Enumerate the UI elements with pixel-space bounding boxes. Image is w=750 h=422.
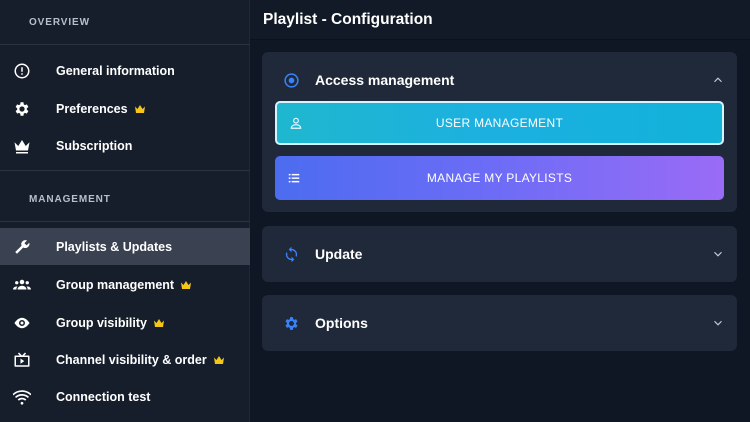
crown-badge-icon — [134, 104, 146, 114]
chevron-down-icon — [711, 247, 725, 261]
sidebar-item-subscription[interactable]: Subscription — [0, 127, 250, 164]
main-content: Playlist - Configuration Access manageme… — [250, 0, 750, 422]
sidebar-item-group-visibility[interactable]: Group visibility — [0, 304, 250, 341]
sidebar-item-group-management[interactable]: Group management — [0, 266, 250, 303]
tv-icon — [12, 350, 32, 370]
wrench-icon — [12, 237, 32, 257]
sidebar-item-label: Group management — [56, 277, 175, 292]
chevron-up-icon — [711, 73, 725, 87]
page-title: Playlist - Configuration — [263, 10, 433, 28]
panel-header-access-management[interactable]: Access management — [262, 52, 737, 108]
sidebar-item-connection-test[interactable]: Connection test — [0, 378, 250, 415]
refresh-icon — [282, 245, 300, 263]
sidebar: OVERVIEW General information Preferences… — [0, 0, 250, 422]
group-icon — [12, 275, 32, 295]
divider — [0, 170, 250, 171]
panel-title: Update — [315, 246, 363, 262]
button-label: MANAGE MY PLAYLISTS — [426, 171, 573, 185]
crown-badge-icon — [213, 355, 225, 365]
eye-icon — [12, 313, 32, 333]
crown-badge-icon — [180, 280, 192, 290]
panel-update: Update — [262, 226, 737, 282]
radio-target-icon — [282, 71, 300, 89]
section-header-overview: OVERVIEW — [29, 17, 90, 28]
sidebar-item-label: Preferences — [56, 101, 128, 116]
panel-access-management: Access management USER MANAGEMENT MANAGE… — [262, 52, 737, 212]
manage-playlists-button[interactable]: MANAGE MY PLAYLISTS — [275, 156, 724, 200]
sidebar-item-preferences[interactable]: Preferences — [0, 90, 250, 127]
section-header-management: MANAGEMENT — [29, 194, 111, 205]
sidebar-item-label: Playlists & Updates — [56, 239, 173, 254]
sidebar-item-playlists-updates[interactable]: Playlists & Updates — [0, 228, 250, 265]
wifi-icon — [12, 387, 32, 407]
crown-badge-icon — [153, 318, 165, 328]
sidebar-item-label: General information — [56, 63, 175, 78]
panel-title: Access management — [315, 72, 455, 88]
sidebar-item-label: Channel visibility & order — [56, 352, 207, 367]
chevron-down-icon — [711, 316, 725, 330]
sidebar-item-channel-visibility-order[interactable]: Channel visibility & order — [0, 341, 250, 378]
list-icon — [287, 171, 301, 185]
divider — [0, 221, 250, 222]
divider — [0, 44, 250, 45]
panel-options: Options — [262, 295, 737, 351]
info-icon — [12, 61, 32, 81]
panel-header-update[interactable]: Update — [262, 226, 737, 282]
sidebar-item-label: Subscription — [56, 138, 133, 153]
button-label: USER MANAGEMENT — [435, 116, 564, 130]
title-bar: Playlist - Configuration — [250, 0, 750, 40]
sidebar-item-label: Connection test — [56, 389, 151, 404]
sidebar-item-general-information[interactable]: General information — [0, 52, 250, 89]
panel-title: Options — [315, 315, 368, 331]
sidebar-item-label: Group visibility — [56, 315, 147, 330]
panel-header-options[interactable]: Options — [262, 295, 737, 351]
gear-icon — [12, 99, 32, 119]
user-icon — [289, 116, 303, 130]
gear-icon — [282, 314, 300, 332]
crown-icon — [12, 136, 32, 156]
user-management-button[interactable]: USER MANAGEMENT — [275, 101, 724, 145]
